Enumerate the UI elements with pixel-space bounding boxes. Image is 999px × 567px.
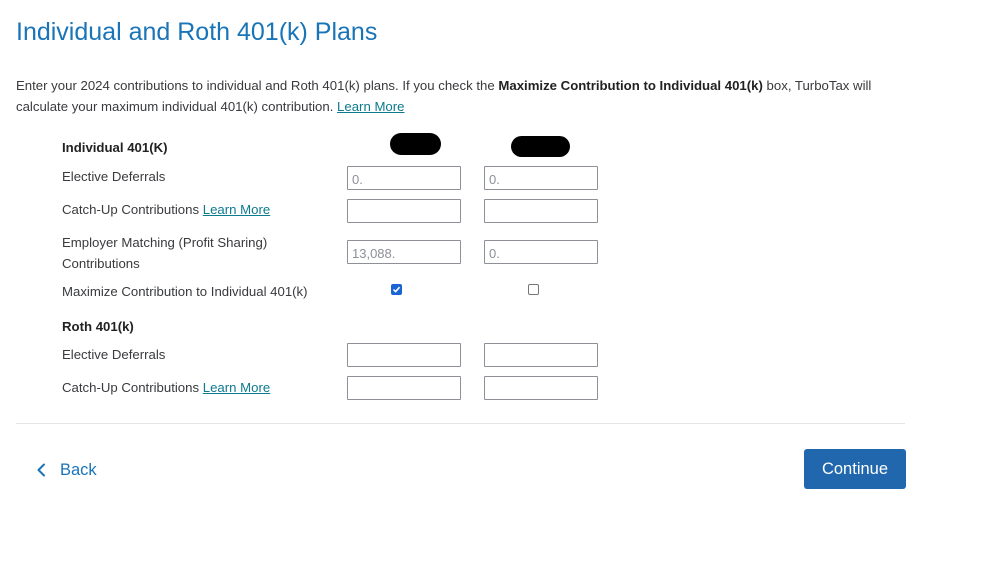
- individual-401k-heading: Individual 401(K): [62, 140, 168, 155]
- roth-elective-deferrals-input-col2[interactable]: [484, 343, 598, 367]
- back-label: Back: [60, 460, 97, 479]
- maximize-checkbox-col1[interactable]: [391, 284, 402, 295]
- individual-catchup-learn-more-link[interactable]: Learn More: [203, 202, 270, 217]
- chevron-left-icon: [37, 463, 45, 477]
- roth-elective-deferrals-input-col1[interactable]: [347, 343, 461, 367]
- checkmark-icon: [392, 286, 401, 293]
- back-button[interactable]: Back: [36, 458, 97, 482]
- column2-header-redacted: [511, 136, 570, 157]
- intro-text: Enter your 2024 contributions to individ…: [16, 75, 916, 117]
- roth-catchup-learn-more-link[interactable]: Learn More: [203, 380, 270, 395]
- employer-matching-input-col2[interactable]: [484, 240, 598, 264]
- footer-divider: [16, 423, 905, 424]
- column1-header-redacted: [390, 133, 441, 155]
- individual-elective-deferrals-label: Elective Deferrals: [62, 169, 166, 184]
- intro-learn-more-link[interactable]: Learn More: [337, 99, 404, 114]
- individual-elective-deferrals-input-col1[interactable]: [347, 166, 461, 190]
- individual-catchup-input-col1[interactable]: [347, 199, 461, 223]
- roth-catchup-label: Catch-Up Contributions Learn More: [62, 377, 270, 398]
- individual-catchup-input-col2[interactable]: [484, 199, 598, 223]
- intro-bold: Maximize Contribution to Individual 401(…: [498, 78, 763, 93]
- employer-matching-label-line1: Employer Matching (Profit Sharing): [62, 235, 268, 250]
- individual-elective-deferrals-input-col2[interactable]: [484, 166, 598, 190]
- continue-button[interactable]: Continue: [804, 449, 906, 489]
- roth-401k-heading: Roth 401(k): [62, 319, 134, 334]
- maximize-checkbox-col2[interactable]: [528, 284, 539, 295]
- page-title: Individual and Roth 401(k) Plans: [16, 18, 378, 46]
- individual-catchup-label: Catch-Up Contributions Learn More: [62, 199, 270, 220]
- employer-matching-label: Employer Matching (Profit Sharing) Contri…: [62, 232, 267, 274]
- individual-catchup-label-text: Catch-Up Contributions: [62, 202, 200, 217]
- roth-catchup-input-col1[interactable]: [347, 376, 461, 400]
- roth-catchup-input-col2[interactable]: [484, 376, 598, 400]
- employer-matching-input-col1[interactable]: [347, 240, 461, 264]
- roth-catchup-label-text: Catch-Up Contributions: [62, 380, 200, 395]
- maximize-contribution-label: Maximize Contribution to Individual 401(…: [62, 284, 308, 299]
- intro-part1: Enter your 2024 contributions to individ…: [16, 78, 499, 93]
- employer-matching-label-line2: Contributions: [62, 256, 140, 271]
- roth-elective-deferrals-label: Elective Deferrals: [62, 347, 166, 362]
